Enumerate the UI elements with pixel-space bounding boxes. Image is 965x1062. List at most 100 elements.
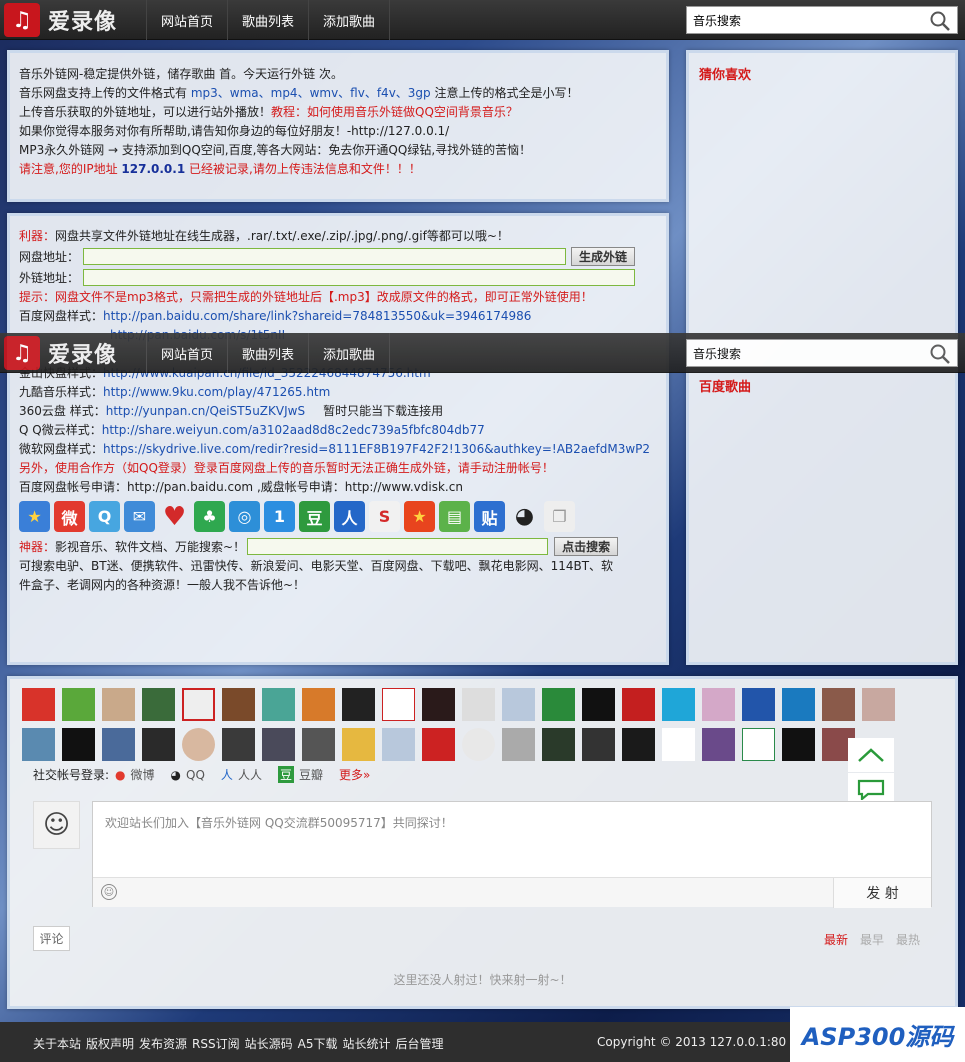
footer-publish[interactable]: 发布资源 — [139, 1035, 187, 1052]
visitor-avatar[interactable] — [142, 728, 175, 761]
visitor-avatar[interactable] — [902, 688, 935, 721]
visitor-avatar[interactable] — [382, 728, 415, 761]
tieba-icon[interactable]: 贴 — [474, 501, 505, 532]
bookmark-icon[interactable]: ▤ — [439, 501, 470, 532]
visitor-avatar[interactable] — [22, 728, 55, 761]
weibo-login[interactable]: 微博 — [131, 766, 155, 783]
footer-admin[interactable]: 后台管理 — [396, 1035, 444, 1052]
visitor-avatar[interactable] — [22, 688, 55, 721]
scroll-top-button[interactable] — [848, 738, 894, 772]
visitor-avatar[interactable] — [222, 728, 255, 761]
qq-login[interactable]: QQ — [186, 768, 205, 782]
tencent-weibo-icon[interactable]: Q — [89, 501, 120, 532]
visitor-avatar[interactable] — [782, 728, 815, 761]
visitor-avatar[interactable] — [222, 688, 255, 721]
renren-icon[interactable]: 人 — [334, 501, 365, 532]
out-url-input[interactable] — [83, 269, 635, 286]
footer-source[interactable]: 站长源码 — [245, 1035, 293, 1052]
weibo-icon[interactable]: 微 — [54, 501, 85, 532]
search-input[interactable] — [693, 11, 913, 29]
visitor-avatar[interactable] — [342, 728, 375, 761]
nav-song-list[interactable]: 歌曲列表 — [227, 0, 308, 40]
sticky-search-input[interactable] — [693, 344, 913, 362]
visitor-avatar[interactable] — [622, 688, 655, 721]
qq-penguin-icon[interactable]: ◕ — [509, 501, 540, 532]
sort-oldest[interactable]: 最早 — [860, 931, 884, 948]
copy-icon[interactable]: ❐ — [544, 501, 575, 532]
one-icon[interactable]: 1 — [264, 501, 295, 532]
emoji-icon[interactable]: ☺ — [101, 884, 117, 900]
comment-tab[interactable]: 评论 — [33, 926, 70, 951]
visitor-avatar[interactable] — [62, 688, 95, 721]
sticky-site-logo[interactable]: ♫ 爱录像 — [4, 335, 144, 371]
visitor-avatar[interactable] — [302, 688, 335, 721]
douban-login[interactable]: 豆瓣 — [299, 766, 323, 783]
visitor-avatar[interactable] — [662, 688, 695, 721]
footer-about[interactable]: 关于本站 — [33, 1035, 81, 1052]
visitor-avatar[interactable] — [422, 688, 455, 721]
kaixin-icon[interactable]: ★ — [404, 501, 435, 532]
renren-login[interactable]: 人人 — [238, 766, 262, 783]
visitor-avatar[interactable] — [62, 728, 95, 761]
visitor-avatar[interactable] — [542, 728, 575, 761]
visitor-avatar[interactable] — [462, 688, 495, 721]
visitor-avatar[interactable] — [262, 728, 295, 761]
tutorial-link[interactable]: 教程：如何使用音乐外链做QQ空间背景音乐？ — [271, 105, 518, 119]
site-logo[interactable]: ♫ 爱录像 — [4, 2, 144, 38]
send-button[interactable]: 发 射 — [833, 878, 931, 908]
clover-icon[interactable]: ♣ — [194, 501, 225, 532]
visitor-avatar[interactable] — [862, 688, 895, 721]
visitor-avatar[interactable] — [102, 728, 135, 761]
visitor-avatar[interactable] — [102, 688, 135, 721]
footer-copyright-link[interactable]: 版权声明 — [86, 1035, 134, 1052]
visitor-avatar[interactable] — [782, 688, 815, 721]
visitor-avatar[interactable] — [462, 728, 495, 761]
visitor-avatar[interactable] — [302, 728, 335, 761]
visitor-avatar[interactable] — [742, 728, 775, 761]
search-icon[interactable] — [929, 10, 951, 32]
sticky-nav-home[interactable]: 网站首页 — [146, 333, 227, 373]
sticky-search-icon[interactable] — [929, 343, 951, 365]
visitor-avatar[interactable] — [542, 688, 575, 721]
visitor-avatar[interactable] — [142, 688, 175, 721]
qzone-icon[interactable]: ◎ — [229, 501, 260, 532]
resource-search-input[interactable] — [247, 538, 549, 555]
footer-a5[interactable]: A5下载 — [298, 1035, 338, 1052]
visitor-avatar[interactable] — [622, 728, 655, 761]
visitor-avatar[interactable] — [702, 728, 735, 761]
generate-link-button[interactable]: 生成外链 — [571, 247, 635, 266]
douban-login-icon: 豆 — [277, 766, 294, 783]
sohu-icon[interactable]: S — [369, 501, 400, 532]
visitor-avatar[interactable] — [702, 688, 735, 721]
nav-home[interactable]: 网站首页 — [146, 0, 227, 40]
sticky-nav-add-song[interactable]: 添加歌曲 — [308, 333, 391, 373]
sort-hottest[interactable]: 最热 — [896, 931, 920, 948]
visitor-avatar[interactable] — [342, 688, 375, 721]
pan-url-input[interactable] — [83, 248, 566, 265]
visitor-avatar[interactable] — [182, 728, 215, 761]
visitor-avatar[interactable] — [502, 728, 535, 761]
nav-add-song[interactable]: 添加歌曲 — [308, 0, 391, 40]
footer-rss[interactable]: RSS订阅 — [192, 1035, 240, 1052]
more-login[interactable]: 更多» — [339, 766, 370, 783]
comment-textarea[interactable]: 欢迎站长们加入【音乐外链网 QQ交流群50095717】共同探讨！ — [105, 814, 915, 831]
sticky-nav-song-list[interactable]: 歌曲列表 — [227, 333, 308, 373]
heart-icon[interactable]: ♥ — [159, 501, 190, 532]
visitor-avatar[interactable] — [502, 688, 535, 721]
visitor-avatar[interactable] — [582, 728, 615, 761]
favorite-star-icon[interactable]: ★ — [19, 501, 50, 532]
visitor-avatar[interactable] — [262, 688, 295, 721]
visitor-avatar[interactable] — [382, 688, 415, 721]
sort-newest[interactable]: 最新 — [824, 931, 848, 948]
resource-search-button[interactable]: 点击搜索 — [554, 537, 619, 556]
visitor-avatar[interactable] — [182, 688, 215, 721]
douban-icon[interactable]: 豆 — [299, 501, 330, 532]
current-user-avatar[interactable]: ☺ — [33, 801, 80, 849]
visitor-avatar[interactable] — [822, 688, 855, 721]
visitor-avatar[interactable] — [582, 688, 615, 721]
footer-stats[interactable]: 站长统计 — [343, 1035, 391, 1052]
email-icon[interactable]: ✉ — [124, 501, 155, 532]
visitor-avatar[interactable] — [422, 728, 455, 761]
visitor-avatar[interactable] — [662, 728, 695, 761]
visitor-avatar[interactable] — [742, 688, 775, 721]
